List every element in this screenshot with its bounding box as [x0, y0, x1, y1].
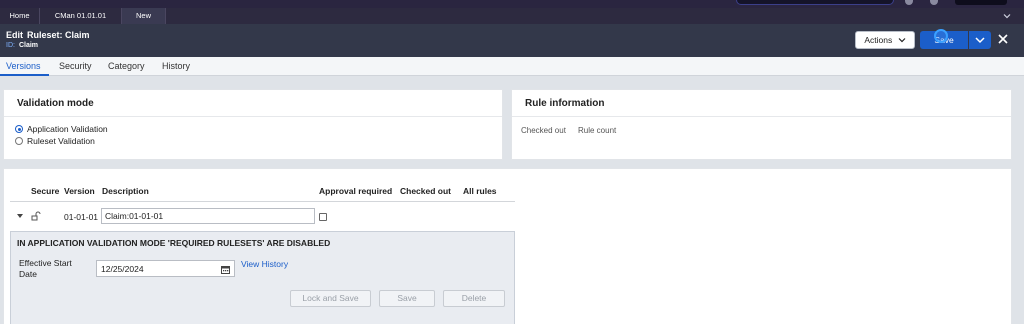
rule-information-title: Rule information [525, 98, 605, 109]
id-value: Claim [18, 42, 39, 49]
radio-button[interactable] [15, 137, 23, 145]
date-value: 12/25/2024 [101, 264, 144, 274]
effective-start-date-label: Effective Start Date [19, 258, 72, 279]
effective-start-date-field[interactable]: 12/25/2024 [96, 260, 235, 277]
rule-information-card: Rule information Checked out Rule count [511, 89, 1012, 160]
global-search-bar[interactable] [736, 0, 894, 5]
calendar-icon[interactable] [221, 265, 230, 274]
description-input[interactable]: Claim:01-01-01 [101, 208, 315, 224]
tab-versions[interactable]: Versions [6, 61, 41, 71]
save-options-button[interactable] [969, 31, 991, 49]
chevron-down-icon [898, 38, 906, 43]
view-history-link[interactable]: View History [241, 259, 288, 269]
divider [512, 116, 1011, 117]
col-approval-required: Approval required [319, 186, 393, 196]
close-icon[interactable] [996, 32, 1010, 46]
unlock-icon[interactable] [31, 211, 41, 221]
checked-out-label: Checked out [521, 126, 566, 135]
active-tab-indicator [0, 74, 49, 76]
col-all-rules: All rules [463, 186, 497, 196]
radio-label: Ruleset Validation [27, 136, 95, 146]
actions-button[interactable]: Actions [855, 31, 915, 49]
tab-new[interactable]: New [122, 8, 166, 24]
panel-save-button[interactable]: Save [379, 290, 435, 307]
delete-button[interactable]: Delete [443, 290, 505, 307]
ruleset-title: Ruleset: Claim [27, 30, 90, 40]
radio-application-validation[interactable]: Application Validation [15, 124, 108, 134]
chevron-down-icon [975, 37, 985, 44]
actions-label: Actions [864, 35, 893, 45]
rule-subtabs: Versions Security Category History [0, 57, 1024, 76]
rule-count-label: Rule count [578, 126, 617, 135]
page-title: Edit Ruleset: Claim [6, 30, 90, 40]
tab-history[interactable]: History [162, 61, 190, 71]
validation-mode-card: Validation mode Application Validation R… [3, 89, 503, 160]
document-tab-bar: Home CMan 01.01.01 New [0, 8, 1024, 24]
validation-mode-title: Validation mode [17, 98, 94, 109]
lock-and-save-button[interactable]: Lock and Save [290, 290, 371, 307]
caret-down-icon[interactable] [17, 213, 23, 219]
id-label: ID: [6, 42, 15, 49]
chevron-down-icon[interactable] [1002, 11, 1012, 21]
col-checked-out: Checked out [400, 186, 452, 196]
tab-home[interactable]: Home [0, 8, 40, 24]
divider [4, 116, 502, 117]
header-divider [10, 201, 515, 202]
version-value: 01-01-01 [64, 212, 99, 222]
top-action-button[interactable] [955, 0, 1007, 5]
approval-required-checkbox[interactable] [319, 213, 327, 221]
radio-button[interactable] [15, 125, 23, 133]
col-version: Version [64, 186, 95, 196]
rule-id: ID: Claim [6, 42, 38, 49]
tab-category[interactable]: Category [108, 61, 145, 71]
radio-label: Application Validation [27, 124, 108, 134]
cursor-highlight [934, 29, 948, 43]
radio-ruleset-validation[interactable]: Ruleset Validation [15, 136, 95, 146]
validation-mode-message: IN APPLICATION VALIDATION MODE 'REQUIRED… [17, 238, 331, 248]
edit-label: Edit [6, 30, 23, 40]
version-detail-panel: IN APPLICATION VALIDATION MODE 'REQUIRED… [10, 231, 515, 324]
rule-header: Edit Ruleset: Claim ID: Claim Actions Save [0, 24, 1024, 57]
col-description: Description [102, 186, 149, 196]
tab-cman[interactable]: CMan 01.01.01 [40, 8, 122, 24]
col-secure: Secure [31, 186, 60, 196]
tab-security[interactable]: Security [59, 61, 92, 71]
